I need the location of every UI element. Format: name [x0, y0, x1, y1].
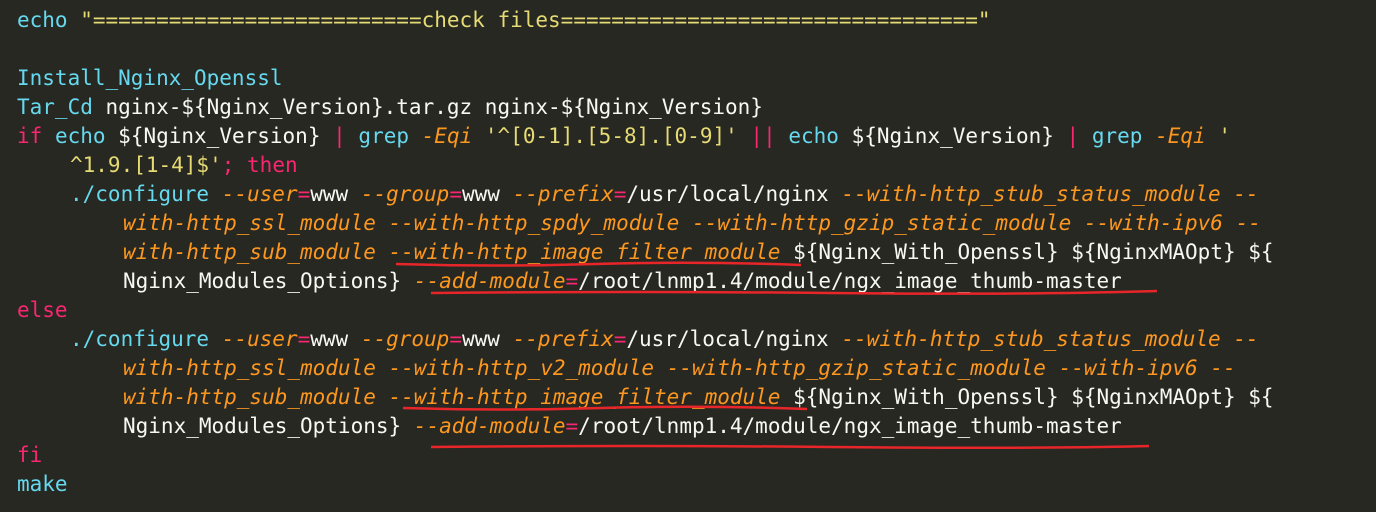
code-token-option: -Eqi [1155, 124, 1206, 148]
code-token-op: = [613, 327, 627, 351]
code-token-cmd: grep [358, 124, 409, 148]
code-token-string: "==========================check files==… [80, 8, 991, 32]
code-token-plain: ${Nginx_Version} [105, 124, 334, 148]
code-token-option: with-http_ssl_module --with-http_spdy_mo… [123, 211, 1261, 235]
code-token-keyword: ; [221, 153, 235, 177]
code-token-option: --with-http_stub_status_module -- [841, 327, 1259, 351]
code-token-option: --prefix [512, 327, 614, 351]
code-token-option: --with-http_stub_status_module -- [841, 182, 1259, 206]
code-token-plain: ${Nginx_Version} [838, 124, 1067, 148]
code-token-option: -Eqi [421, 124, 473, 148]
code-token-cmd: echo [788, 124, 839, 148]
code-token-plain: www [462, 182, 513, 206]
code-token-option: --user [221, 182, 298, 206]
code-token-op: || [750, 124, 776, 148]
code-token-plain: Nginx_Modules_Options} [123, 414, 414, 438]
code-line: ./configure --user=www --group=www --pre… [70, 180, 1259, 209]
code-token-keyword: then [247, 153, 298, 177]
code-token-keyword: if [17, 124, 43, 148]
code-token-option: --user [221, 327, 298, 351]
code-token-op: | [1066, 124, 1080, 148]
code-line: else [17, 296, 68, 325]
annotation-underline [395, 261, 802, 267]
code-token-cmd: Tar_Cd [17, 95, 93, 119]
annotation-underline [430, 443, 1150, 449]
code-token-op: = [449, 327, 462, 351]
code-token-option: with-http_ssl_module --with-http_v2_modu… [123, 356, 1236, 380]
code-token-op: = [449, 182, 462, 206]
code-line: make [17, 470, 68, 499]
code-token-op: | [333, 124, 346, 148]
code-token-keyword: else [17, 298, 68, 322]
code-token-op: = [297, 327, 311, 351]
code-token-plain: /root/lnmp1.4/module/ngx_image_thumb-mas… [578, 414, 1122, 438]
code-line: ./configure --user=www --group=www --pre… [70, 325, 1259, 354]
code-token-plain: Nginx_Modules_Options} [123, 269, 414, 293]
code-token-string: '^[0-1].[5-8].[0-9]' [484, 124, 738, 148]
code-token-option: --group [360, 327, 450, 351]
code-token-cmd: ./configure [70, 182, 210, 206]
annotation-underline [402, 405, 808, 411]
code-token-cmd: ./configure [70, 327, 210, 351]
code-token-op: = [297, 182, 311, 206]
code-token-cmd: echo [17, 8, 68, 32]
code-token-plain: www [462, 327, 513, 351]
code-token-cmd: echo [54, 124, 106, 148]
code-line: fi [17, 441, 42, 470]
code-token-op: = [565, 414, 579, 438]
code-token-plain: www [310, 182, 361, 206]
code-line: Tar_Cd nginx-${Nginx_Version}.tar.gz ngi… [17, 93, 763, 122]
code-token-plain: /usr/local/nginx [626, 327, 842, 351]
code-token-option: --group [360, 182, 450, 206]
code-token-option: --add-module [413, 414, 566, 438]
code-token-cmd: grep [1091, 124, 1143, 148]
code-token-keyword: fi [17, 443, 43, 467]
code-token-plain: nginx-${Nginx_Version}.tar.gz nginx-${Ng… [92, 95, 763, 119]
code-token-plain: www [310, 327, 361, 351]
code-line: Install_Nginx_Openssl [17, 64, 283, 93]
annotation-underline [430, 289, 1158, 295]
code-token-op: = [613, 182, 627, 206]
code-line: ^1.9.[1-4]$'; then [70, 151, 298, 180]
code-token-string: ^1.9.[1-4]$' [70, 153, 222, 177]
code-editor[interactable]: echo "==========================check fi… [0, 0, 1376, 512]
code-token-plain: ${Nginx_With_Openssl} ${NginxMAOpt} ${ [780, 385, 1274, 409]
code-token-string: ' [1218, 124, 1231, 148]
code-line: Nginx_Modules_Options} --add-module=/roo… [123, 412, 1122, 441]
code-token-cmd: make [17, 472, 68, 496]
code-line: if echo ${Nginx_Version} | grep -Eqi '^[… [17, 122, 1231, 151]
code-token-option: --prefix [512, 182, 614, 206]
code-line: echo "==========================check fi… [17, 6, 991, 35]
code-token-plain: ${Nginx_With_Openssl} ${NginxMAOpt} ${ [780, 240, 1274, 264]
code-line: with-http_ssl_module --with-http_spdy_mo… [123, 209, 1261, 238]
code-token-plain: /usr/local/nginx [626, 182, 842, 206]
code-token-cmd: Install_Nginx_Openssl [17, 66, 283, 90]
code-line: with-http_ssl_module --with-http_v2_modu… [123, 354, 1236, 383]
